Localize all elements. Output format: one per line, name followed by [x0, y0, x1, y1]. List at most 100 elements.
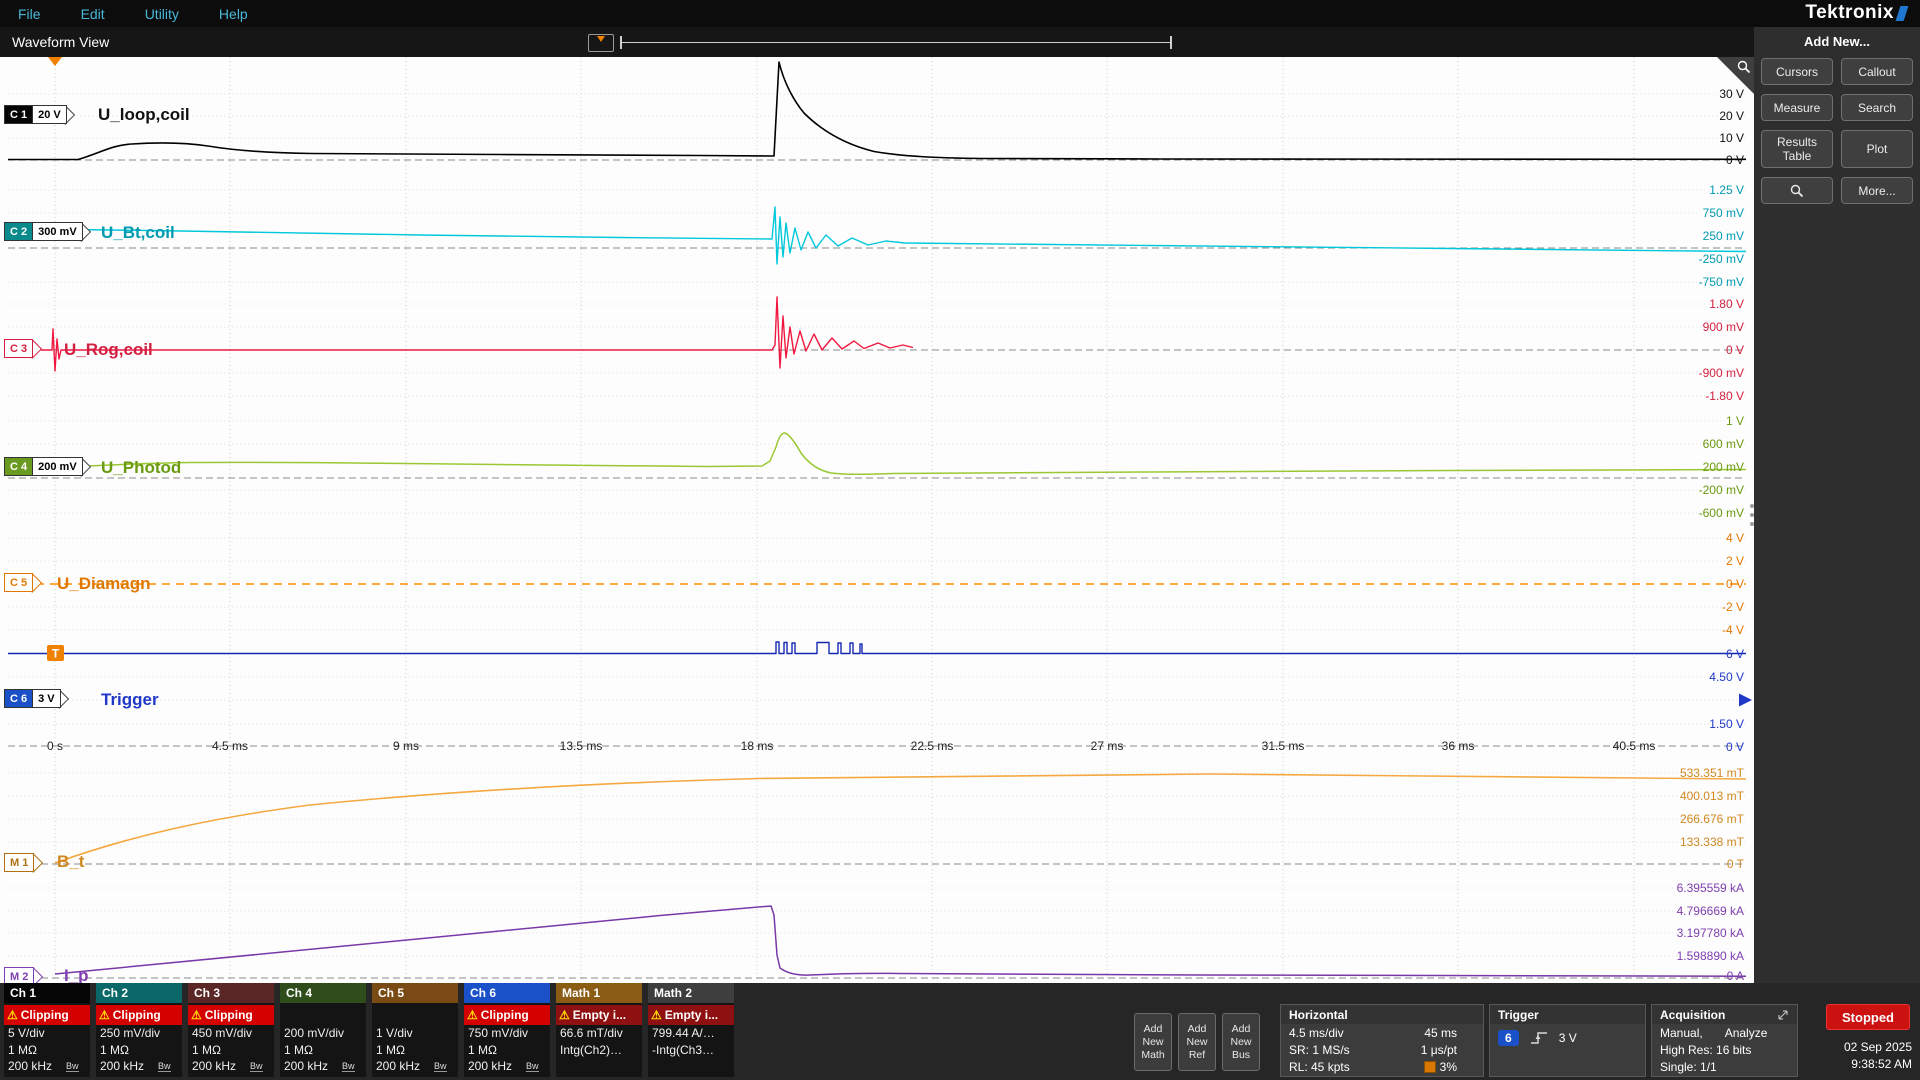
channel-badge-c4[interactable]: C 4200 mV	[4, 457, 83, 476]
run-stop-state[interactable]: Stopped	[1826, 1004, 1910, 1030]
acquisition-detail-row: High Res: 16 bits	[1652, 1041, 1797, 1058]
magnifier-icon	[1789, 183, 1805, 199]
channel-impedance: 1 MΩ	[188, 1042, 274, 1059]
channel-tab[interactable]: Ch 4	[280, 983, 366, 1003]
channel-badge-c2[interactable]: C 2300 mV	[4, 222, 83, 241]
math-badge-m2[interactable]: M 2	[4, 967, 34, 983]
acquisition-mode-row: Manual,Analyze	[1652, 1024, 1797, 1041]
trigger-source-marker[interactable]: T	[47, 645, 64, 661]
menu-edit[interactable]: Edit	[81, 6, 105, 22]
more-button[interactable]: More...	[1841, 177, 1913, 204]
menu-file[interactable]: File	[18, 6, 41, 22]
channel-footer-ch3[interactable]: Ch 3 ⚠Clipping 450 mV/div 1 MΩ 200 kHzBw	[188, 983, 274, 1077]
trigger-level: 3 V	[1559, 1031, 1577, 1045]
axis-label: 1.598890 kA	[1677, 948, 1744, 964]
menu-utility[interactable]: Utility	[145, 6, 179, 22]
plot-button[interactable]: Plot	[1841, 130, 1913, 168]
channel-tab[interactable]: Ch 6	[464, 983, 550, 1003]
math-footer-math1[interactable]: Math 1 ⚠Empty i... 66.6 mT/div Intg(Ch2)…	[556, 983, 642, 1077]
horizontal-pan-bar[interactable]	[620, 36, 1172, 49]
pan-zoom-icon[interactable]	[588, 34, 614, 52]
channel-bandwidth: 200 kHzBw	[96, 1058, 182, 1075]
results-table-button[interactable]: Results Table	[1761, 130, 1833, 168]
right-panel-buttons: Cursors Callout Measure Search Results T…	[1754, 58, 1920, 204]
channel-badge-c5[interactable]: C 5	[4, 573, 33, 592]
channel-scale: 300 mV	[33, 222, 83, 241]
horizontal-panel[interactable]: Horizontal 4.5 ms/div45 ms SR: 1 MS/s1 μ…	[1280, 1004, 1484, 1077]
horizontal-scale-row: 4.5 ms/div45 ms	[1281, 1024, 1483, 1041]
channel-footer-ch5[interactable]: Ch 5 1 V/div 1 MΩ 200 kHzBw	[372, 983, 458, 1077]
time-label: 31.5 ms	[1238, 739, 1328, 753]
channel-name-c2: U_Bt,coil	[101, 223, 175, 243]
tektronix-logo: Tektronix	[1805, 2, 1906, 24]
channel-badge-c6[interactable]: C 63 V	[4, 689, 61, 708]
channel-footer-ch2[interactable]: Ch 2 ⚠Clipping 250 mV/div 1 MΩ 200 kHzBw	[96, 983, 182, 1077]
record-utilization-icon	[1424, 1061, 1436, 1073]
axis-label: 0 V	[1726, 576, 1744, 592]
channel-scale: 450 mV/div	[188, 1025, 274, 1042]
channel-id: C 3	[4, 339, 33, 358]
axis-label: 6 V	[1726, 646, 1744, 662]
date-time: 02 Sep 2025 9:38:52 AM	[1844, 1039, 1912, 1073]
channel-badge-c3[interactable]: C 3	[4, 339, 33, 358]
main-content: Waveform View	[0, 27, 1920, 983]
panel-resize-handle[interactable]	[1750, 499, 1756, 531]
waveform-view-titlebar: Waveform View	[0, 27, 1754, 57]
trace-c2-u-bt-coil	[8, 207, 1746, 264]
time-label: 22.5 ms	[887, 739, 977, 753]
add-new-title: Add New...	[1754, 27, 1920, 58]
trace-c1-u-loop-coil	[8, 62, 1746, 160]
math-scale: 66.6 mT/div	[556, 1025, 642, 1042]
add-new-bus-button[interactable]: Add New Bus	[1222, 1013, 1260, 1071]
add-new-math-button[interactable]: Add New Math	[1134, 1013, 1172, 1071]
axis-label: 0 V	[1726, 152, 1744, 168]
math-tab[interactable]: Math 2	[648, 983, 734, 1003]
math-badge-m1[interactable]: M 1	[4, 853, 34, 872]
trigger-panel[interactable]: Trigger 6 3 V	[1489, 1004, 1646, 1077]
bandwidth-limit-badge: Bw	[250, 1061, 263, 1072]
axis-label: 0 V	[1726, 342, 1744, 358]
waveform-plot[interactable]: T C 120 V C 2300 mV C 3	[0, 57, 1754, 983]
math-footer-math2[interactable]: Math 2 ⚠Empty i... 799.44 A/… -Intg(Ch3…	[648, 983, 734, 1077]
channel-footer-ch6[interactable]: Ch 6 ⚠Clipping 750 mV/div 1 MΩ 200 kHzBw	[464, 983, 550, 1077]
channel-id: C 1	[4, 105, 33, 124]
channel-name-c4: U_Photod	[101, 458, 181, 478]
warning-icon: ⚠	[559, 1008, 570, 1022]
status-slot	[280, 1005, 366, 1025]
acquisition-panel[interactable]: Acquisition Manual,Analyze High Res: 16 …	[1651, 1004, 1798, 1077]
date: 02 Sep 2025	[1844, 1039, 1912, 1056]
search-button[interactable]: Search	[1841, 94, 1913, 121]
channel-footer-ch1[interactable]: Ch 1 ⚠Clipping 5 V/div 1 MΩ 200 kHzBw	[4, 983, 90, 1077]
plot-svg: T	[0, 57, 1754, 983]
add-new-ref-button[interactable]: Add New Ref	[1178, 1013, 1216, 1071]
channel-badge-c1[interactable]: C 120 V	[4, 105, 67, 124]
channel-tab[interactable]: Ch 2	[96, 983, 182, 1003]
time-label: 13.5 ms	[536, 739, 626, 753]
zoom-button[interactable]	[1761, 177, 1833, 204]
channel-tab[interactable]: Ch 3	[188, 983, 274, 1003]
channel-name-c6: Trigger	[101, 690, 159, 710]
time-label: 4.5 ms	[185, 739, 275, 753]
menu-help[interactable]: Help	[219, 6, 248, 22]
channel-footer-ch4[interactable]: Ch 4 200 mV/div 1 MΩ 200 kHzBw	[280, 983, 366, 1077]
warning-icon: ⚠	[651, 1008, 662, 1022]
math-scale: 799.44 A/…	[648, 1025, 734, 1042]
channel-bandwidth: 200 kHzBw	[464, 1058, 550, 1075]
channel-tab[interactable]: Ch 5	[372, 983, 458, 1003]
axis-label: 900 mV	[1703, 319, 1744, 335]
cursors-button[interactable]: Cursors	[1761, 58, 1833, 85]
channel-name-m1: B_t	[57, 852, 84, 872]
trigger-level-marker[interactable]	[1739, 694, 1752, 707]
warning-icon: ⚠	[7, 1008, 18, 1022]
trigger-position-marker[interactable]	[48, 57, 62, 66]
axis-label: 200 mV	[1703, 459, 1744, 475]
channel-impedance: 1 MΩ	[372, 1042, 458, 1059]
axis-label: 30 V	[1719, 86, 1744, 102]
time-label: 0 s	[10, 739, 100, 753]
measure-button[interactable]: Measure	[1761, 94, 1833, 121]
time-label: 9 ms	[361, 739, 451, 753]
trigger-settings: 6 3 V	[1490, 1024, 1645, 1052]
math-tab[interactable]: Math 1	[556, 983, 642, 1003]
channel-tab[interactable]: Ch 1	[4, 983, 90, 1003]
callout-button[interactable]: Callout	[1841, 58, 1913, 85]
